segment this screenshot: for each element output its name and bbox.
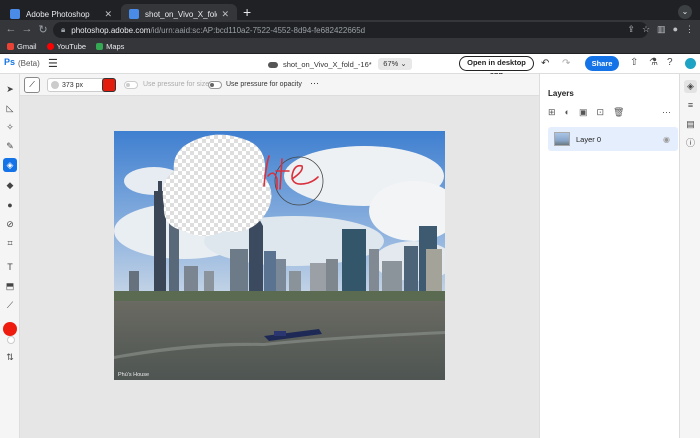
maps-icon [96, 43, 104, 50]
photoshop-favicon [10, 9, 20, 19]
document-title[interactable]: shot_on_Vivo_X_fold_-16* ⌄ [268, 60, 383, 69]
bookmark-maps[interactable]: Maps [96, 42, 124, 51]
visibility-eye-icon[interactable]: ◉ [663, 135, 670, 144]
photoshop-favicon [129, 9, 139, 19]
mask-icon[interactable]: ▣ [579, 107, 588, 118]
city-photo [114, 131, 445, 380]
redo-icon[interactable]: ↷ [562, 58, 570, 69]
bookmark-youtube[interactable]: YouTube [46, 42, 87, 51]
select-icon[interactable]: ➤ [3, 82, 17, 96]
layer-name: Layer 0 [576, 134, 602, 144]
close-icon[interactable]: ✕ [221, 9, 229, 20]
upload-icon[interactable]: ⇧ [630, 57, 638, 68]
sidebar-icon[interactable]: ▥ [657, 24, 666, 35]
profile-icon[interactable]: ● [673, 24, 678, 35]
clone-icon[interactable]: ⊘ [3, 217, 17, 231]
tab-title: Adobe Photoshop [26, 9, 90, 19]
foreground-color-swatch[interactable] [3, 322, 17, 336]
browser-actions: ⇪ ☆ ▥ ● ⋮ [627, 24, 694, 35]
reload-icon[interactable]: ↻ [35, 23, 51, 36]
open-in-desktop-button[interactable]: Open in desktop app [459, 56, 534, 79]
healing-icon[interactable]: ✧ [3, 120, 17, 134]
address-bar[interactable]: 🔒︎ photoshop.adobe.com/id/urn:aaid:sc:AP… [53, 22, 648, 38]
pressure-size-label: Use pressure for size [143, 81, 210, 88]
doc-title-text: shot_on_Vivo_X_fold_-16* [283, 60, 372, 69]
layer-thumbnail [554, 132, 570, 146]
close-icon[interactable]: ✕ [104, 9, 112, 20]
bookmark-label: Maps [106, 42, 125, 51]
share-page-icon[interactable]: ⇪ [627, 24, 635, 35]
eyedropper-icon[interactable]: ⟋ [3, 298, 17, 312]
brush-color-swatch[interactable] [102, 78, 116, 92]
photoshop-logo[interactable]: Ps [4, 57, 18, 71]
tools-panel: ➤ ◺ ✧ ✎ ◈ ◆ ● ⊘ ⌗ T ⬒ ⟋ ⇅ [0, 74, 20, 438]
brush-icon[interactable]: ✎ [3, 139, 17, 153]
bookmarks-bar: Gmail YouTube Maps [0, 40, 700, 54]
avatar[interactable] [685, 58, 696, 69]
tab-title: shot_on_Vivo_X_fold_-16 - Ad [145, 9, 217, 19]
lasso-icon[interactable]: ◺ [3, 101, 17, 115]
layers-stack-icon[interactable]: ◈ [684, 80, 697, 93]
back-icon[interactable]: ← [3, 23, 19, 35]
type-icon[interactable]: T [3, 260, 17, 274]
hamburger-menu-icon[interactable]: ☰ [48, 57, 58, 70]
tab-search-icon[interactable]: ⌄ [678, 5, 692, 19]
adjustment-layer-icon[interactable]: ◐ [565, 107, 570, 118]
url-host: photoshop.adobe.com [71, 25, 151, 35]
new-tab-button[interactable]: + [243, 4, 251, 20]
shape-icon[interactable]: ⬒ [3, 279, 17, 293]
delete-icon[interactable]: 🗑︎ [613, 107, 624, 118]
background-color-swatch[interactable] [7, 336, 15, 344]
browser-menu-icon[interactable]: ⋮ [685, 24, 694, 35]
gmail-icon [7, 43, 14, 50]
clip-icon[interactable]: ⊡ [597, 107, 605, 118]
add-layer-icon[interactable]: ⊞ [548, 107, 556, 118]
lock-icon: 🔒︎ [61, 25, 66, 34]
flask-icon[interactable]: ⚗ [649, 57, 658, 68]
fill-icon[interactable]: ◆ [3, 178, 17, 192]
undo-icon[interactable]: ↶ [541, 58, 549, 69]
cloud-icon [268, 61, 278, 68]
bookmark-label: Gmail [17, 42, 37, 51]
info-icon[interactable]: ⓘ [684, 137, 697, 150]
youtube-icon [46, 43, 54, 50]
layers-panel: Layers ⊞ ◐ ▣ ⊡ 🗑︎ ⋯ Layer 0 ◉ [539, 74, 679, 438]
photo-watermark: Phú's House [118, 372, 150, 378]
bookmark-gmail[interactable]: Gmail [7, 42, 37, 51]
layer-row[interactable]: Layer 0 ◉ [548, 127, 678, 151]
bookmark-label: YouTube [56, 42, 87, 51]
beta-label: (Beta) [18, 59, 40, 68]
brush-preset-icon[interactable]: ⟋ [24, 77, 40, 93]
canvas-area[interactable]: Phú's House [20, 96, 539, 438]
brush-circle-icon [51, 81, 59, 89]
pressure-size-toggle[interactable] [124, 81, 138, 89]
eraser-icon[interactable]: ◈ [3, 158, 17, 172]
help-icon[interactable]: ? [667, 57, 673, 68]
crop-icon[interactable]: ⌗ [3, 236, 17, 250]
forward-icon[interactable]: → [19, 23, 35, 35]
layers-toolbar: ⊞ ◐ ▣ ⊡ 🗑︎ [548, 107, 624, 118]
comments-icon[interactable]: ▤ [684, 118, 697, 131]
swap-colors-icon[interactable]: ⇅ [3, 350, 17, 364]
url-path: /id/urn:aaid:sc:AP:bcd110a2-7522-4552-8d… [150, 25, 366, 35]
zoom-dropdown[interactable]: 67% ⌄ [378, 58, 412, 70]
layers-title: Layers [548, 89, 574, 98]
dodge-icon[interactable]: ● [3, 198, 17, 212]
tool-options-bar: ⟋ 373 px ⌄ Use pressure for size Use pre… [20, 74, 539, 96]
pressure-opacity-label: Use pressure for opacity [226, 81, 302, 88]
app-header: Ps (Beta) ☰ shot_on_Vivo_X_fold_-16* ⌄ 6… [0, 54, 700, 79]
browser-nav-bar: ← → ↻ 🔒︎ photoshop.adobe.com/id/urn:aaid… [0, 20, 700, 40]
layers-more-icon[interactable]: ⋯ [662, 107, 671, 118]
document-image[interactable]: Phú's House [114, 131, 445, 380]
brush-size-value: 373 px [62, 81, 84, 89]
more-options-icon[interactable]: ⋯ [310, 78, 319, 89]
zoom-value: 67% [383, 59, 399, 68]
share-button[interactable]: Share [585, 56, 619, 71]
bookmark-star-icon[interactable]: ☆ [642, 24, 650, 35]
right-rail: ◈ ≡ ▤ ⓘ [679, 74, 700, 438]
adjustments-sliders-icon[interactable]: ≡ [684, 99, 697, 112]
pressure-opacity-toggle[interactable] [208, 81, 222, 89]
